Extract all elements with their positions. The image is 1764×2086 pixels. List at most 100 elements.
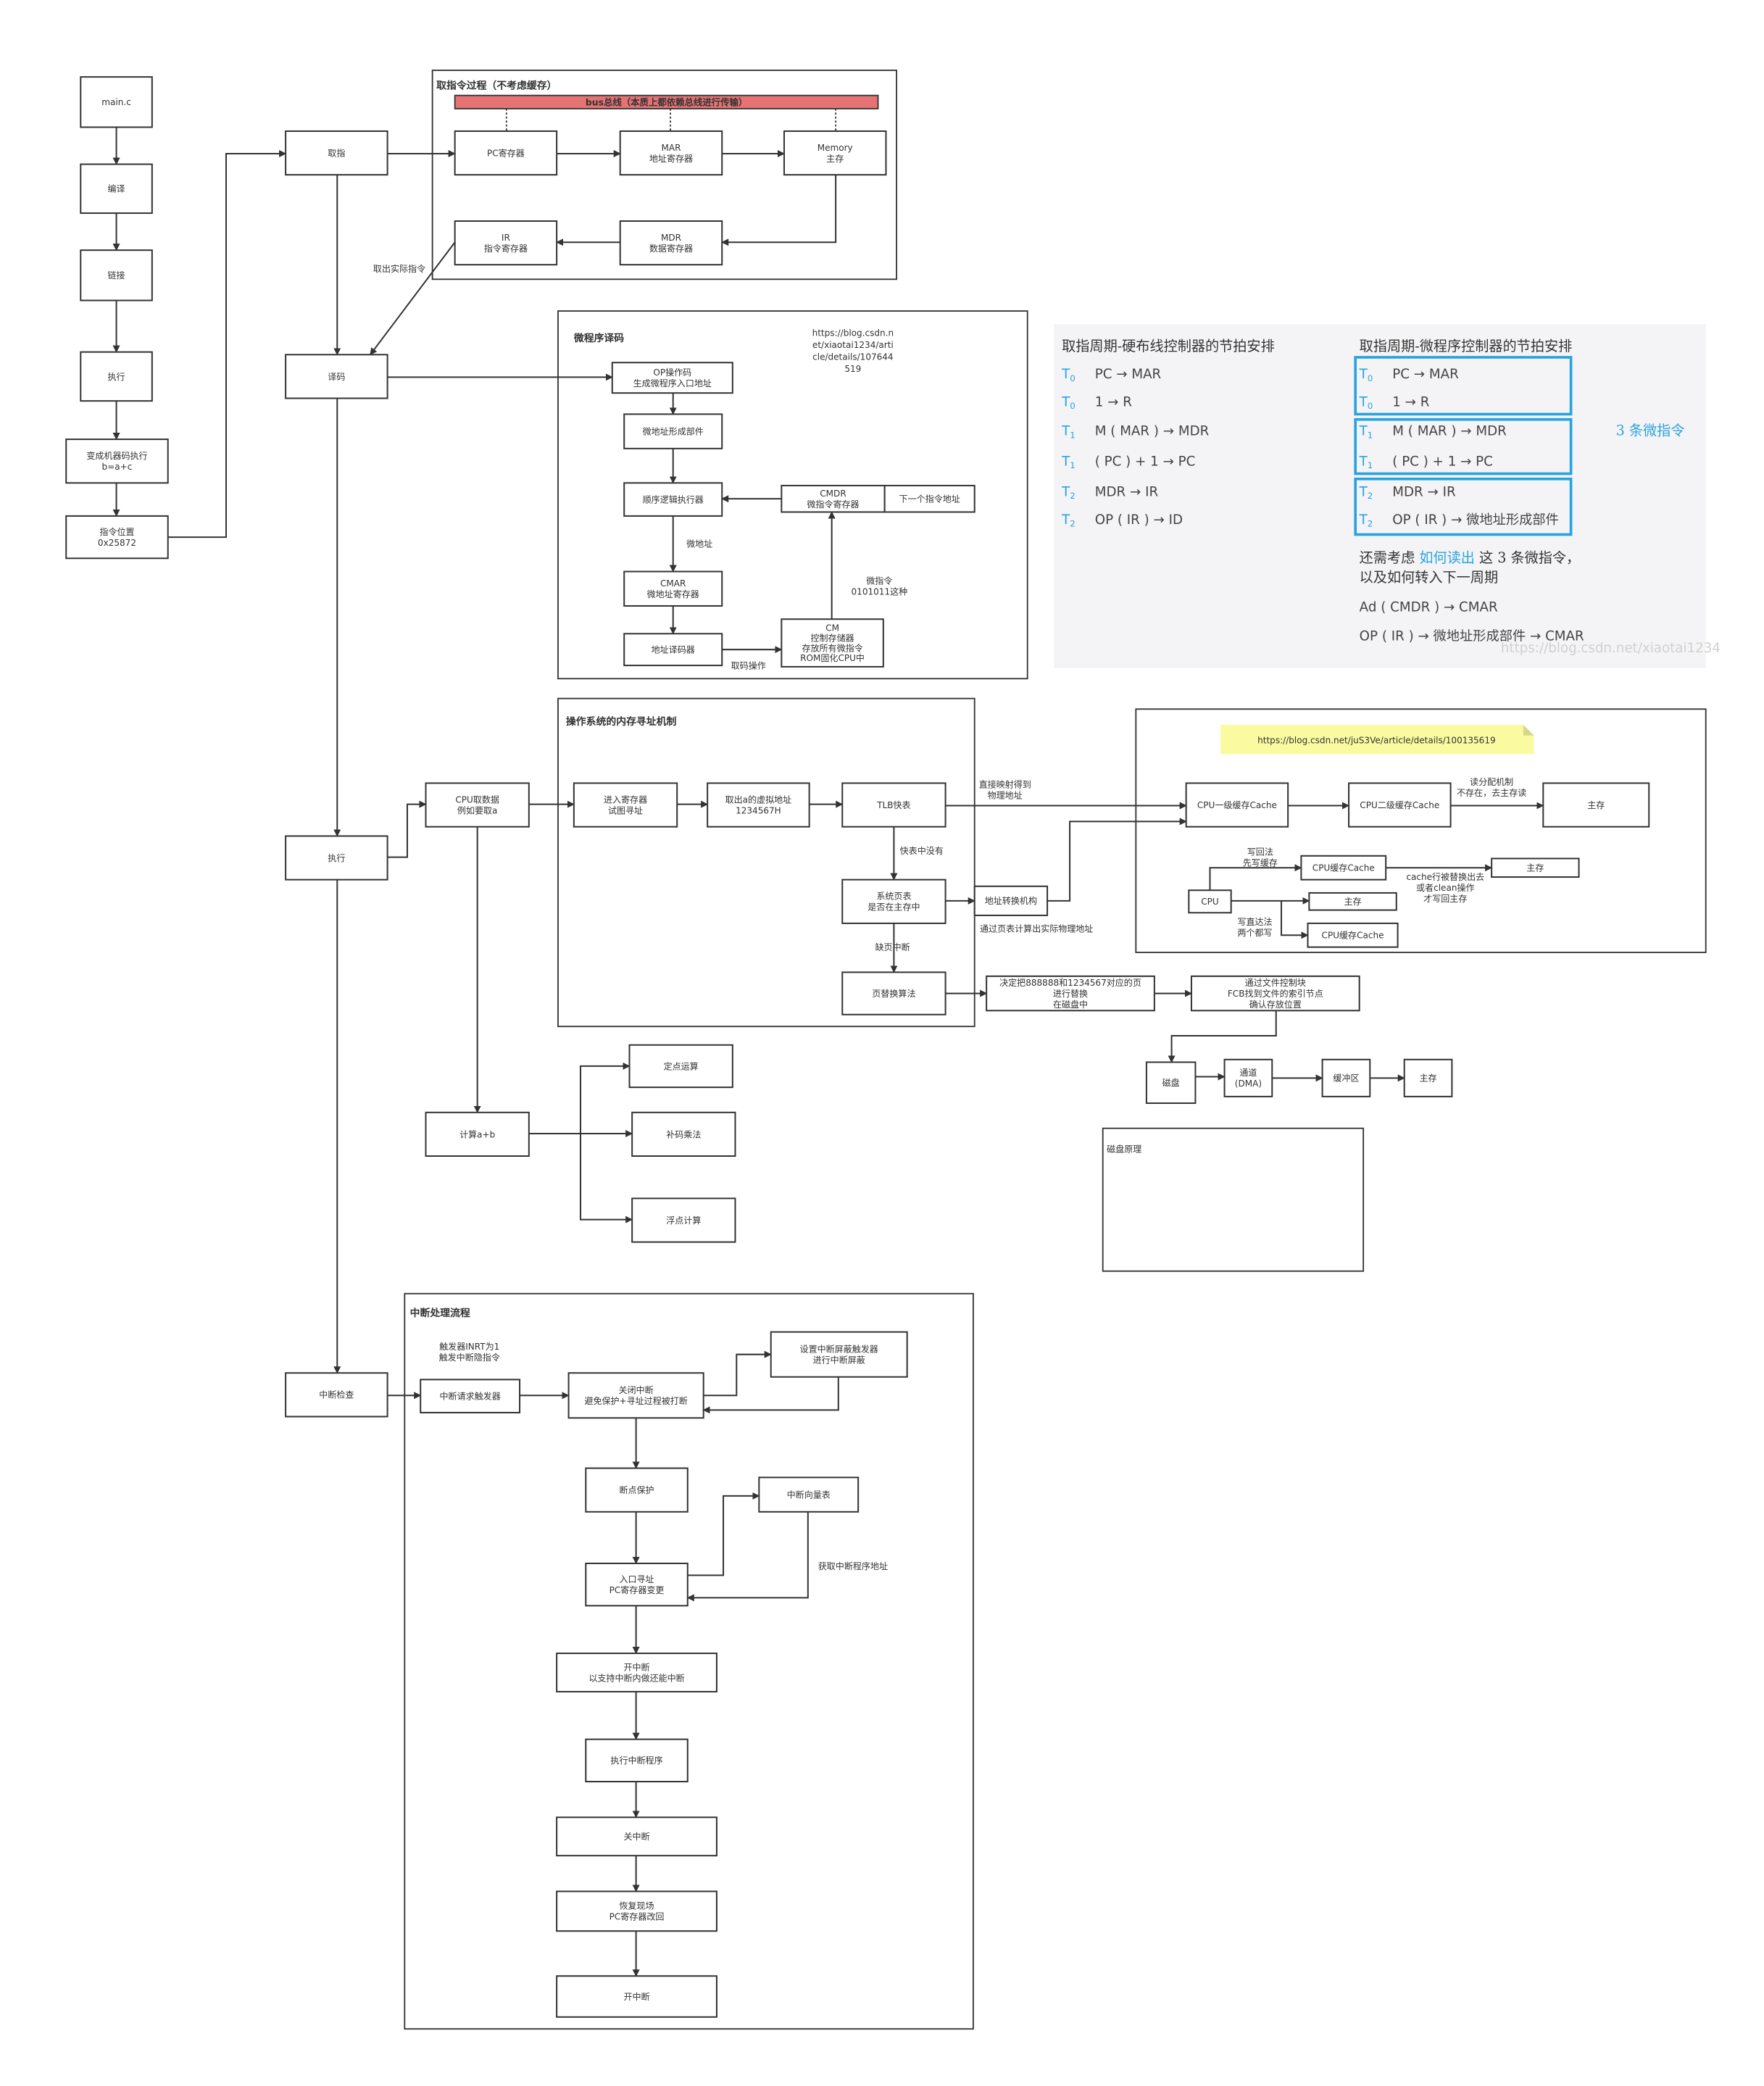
node-addr-dec[interactable]: 地址译码器 — [623, 633, 723, 667]
node-exec2[interactable]: 执行 — [285, 835, 388, 881]
node-close-int[interactable]: 关闭中断避免保护+寻址过程被打断 — [567, 1372, 704, 1419]
node-seq[interactable]: 顺序逻辑执行器 — [623, 482, 723, 517]
node-label: CMAR — [660, 578, 686, 589]
node-cpu-fetch[interactable]: CPU取数据例如要取a — [425, 782, 530, 828]
node-label: 以支持中断内做还能中断 — [588, 1672, 684, 1683]
label-write-back: 先写缓存 — [1243, 858, 1278, 868]
label-direct-map: 物理地址 — [988, 790, 1023, 800]
node-enter-reg[interactable]: 进入寄存器试图寻址 — [573, 782, 678, 828]
node-compile[interactable]: 编译 — [80, 163, 153, 215]
node-label: 关中断 — [623, 1831, 649, 1842]
node-label: 数据寄存器 — [649, 243, 693, 254]
node-page-table[interactable]: 系统页表是否在主存中 — [841, 878, 947, 924]
label-micro-instr: 0101011这种 — [852, 586, 908, 597]
node-vector[interactable]: 中断向量表 — [758, 1476, 860, 1513]
node-label: 决定把888888和1234567对应的页 — [999, 977, 1141, 988]
microprogram-title: 取指周期-微程序控制器的节拍安排 — [1360, 338, 1573, 354]
node-cmar[interactable]: CMAR微地址寄存器 — [623, 570, 723, 607]
label-wb-note: 才写回主存 — [1423, 894, 1467, 904]
node-close2[interactable]: 关中断 — [556, 1816, 717, 1857]
watermark: https://blog.csdn.net/xiaotai1234 — [1501, 641, 1721, 656]
node-mdr[interactable]: MDR数据寄存器 — [619, 220, 723, 266]
node-wt-mem[interactable]: 主存 — [1308, 892, 1397, 911]
node-label: 存放所有微指令 — [802, 642, 862, 653]
reference-url: 519 — [844, 364, 861, 374]
label-page-calc: 通过页表计算出实际物理地址 — [980, 923, 1093, 934]
node-set-mask[interactable]: 设置中断屏蔽触发器进行中断屏蔽 — [770, 1331, 908, 1378]
node-l1[interactable]: CPU一级缓存Cache — [1185, 782, 1289, 828]
label-read-alloc: 不存在，去主存读 — [1457, 788, 1526, 798]
node-main-mem[interactable]: 主存 — [1542, 782, 1650, 828]
node-label: b=a+c — [102, 462, 133, 472]
node-label: MDR — [661, 233, 682, 243]
label-fetch-actual: 取出实际指令 — [373, 263, 425, 274]
note-url[interactable]: https://blog.csdn.net/juS3Ve/article/det… — [1257, 736, 1496, 746]
node-link[interactable]: 链接 — [80, 249, 153, 302]
node-tlb[interactable]: TLB快表 — [841, 782, 947, 828]
note-fold — [1523, 725, 1534, 736]
node-fcb[interactable]: 通过文件控制块FCB找到文件的索引节点确认存放位置 — [1190, 975, 1360, 1012]
node-pc[interactable]: PC寄存器 — [454, 130, 558, 176]
flow-arrow — [370, 241, 456, 356]
node-mul[interactable]: 补码乘法 — [631, 1111, 736, 1158]
node-label: 主存 — [826, 154, 844, 164]
node-restore[interactable]: 恢复现场PC寄存器改回 — [556, 1890, 717, 1932]
flow-arrow — [167, 149, 287, 539]
node-decode[interactable]: 译码 — [285, 354, 388, 399]
node-calc[interactable]: 计算a+b — [425, 1111, 530, 1158]
node-dma[interactable]: 通道(DMA) — [1223, 1058, 1273, 1097]
node-instr-pos[interactable]: 指令位置0x25872 — [65, 515, 169, 560]
node-memory[interactable]: Memory主存 — [783, 130, 887, 176]
label-direct-map: 直接映射得到 — [979, 778, 1031, 789]
node-label: 试图寻址 — [608, 805, 643, 815]
node-cm[interactable]: CM控制存储器存放所有微指令ROM固化CPU中 — [781, 618, 884, 668]
node-ir[interactable]: IR指令寄存器 — [454, 220, 558, 266]
node-fixed[interactable]: 定点运算 — [628, 1044, 733, 1089]
node-l2[interactable]: CPU二级缓存Cache — [1348, 782, 1452, 828]
node-cpu[interactable]: CPU — [1188, 889, 1232, 914]
node-micro-addr[interactable]: 微地址形成部件 — [623, 413, 723, 449]
node-op[interactable]: OP操作码生成微程序入口地址 — [611, 362, 733, 394]
group-title: 微程序译码 — [573, 332, 624, 344]
node-buffer[interactable]: 缓冲区 — [1321, 1058, 1371, 1097]
node-run-isr[interactable]: 执行中断程序 — [585, 1738, 688, 1783]
node-open1[interactable]: 开中断以支持中断内做还能中断 — [556, 1653, 717, 1692]
node-wb-mem[interactable]: 主存 — [1491, 857, 1580, 878]
group-disk: 磁盘原理 — [1102, 1127, 1365, 1272]
node-wt-cache[interactable]: CPU缓存Cache — [1307, 922, 1399, 948]
node-fetch[interactable]: 取指 — [285, 130, 388, 176]
node-machine[interactable]: 变成机器码执行b=a+c — [65, 439, 169, 484]
node-addr-trans[interactable]: 地址转换机构 — [973, 885, 1049, 916]
label-fetch-code: 取码操作 — [731, 660, 766, 670]
node-disk[interactable]: 磁盘 — [1145, 1061, 1197, 1105]
node-label: PC寄存器 — [487, 147, 525, 158]
node-wb-cache[interactable]: CPU缓存Cache — [1300, 855, 1387, 881]
node-mem-final[interactable]: 主存 — [1403, 1058, 1453, 1097]
node-label: 中断向量表 — [787, 1489, 831, 1500]
flow-arrow — [1209, 864, 1302, 891]
node-label: OP操作码 — [653, 367, 691, 378]
label-write-through: 写直达法 — [1237, 917, 1272, 927]
flow-arrow — [687, 1492, 760, 1576]
node-decide[interactable]: 决定把888888和1234567对应的页进行替换在磁盘中 — [986, 975, 1155, 1012]
micro-operation: M ( MAR ) → MDR — [1095, 424, 1210, 439]
node-next-addr[interactable]: 下一个指令地址 — [883, 484, 975, 513]
node-mar[interactable]: MAR地址寄存器 — [619, 130, 723, 176]
node-bp[interactable]: 断点保护 — [585, 1467, 688, 1513]
node-int-req[interactable]: 中断请求触发器 — [420, 1379, 521, 1413]
node-int-check[interactable]: 中断检查 — [285, 1372, 388, 1418]
node-label: Memory — [817, 143, 853, 153]
micro-operation: MDR → IR — [1392, 485, 1456, 500]
node-float[interactable]: 浮点计算 — [631, 1197, 736, 1243]
node-main-c[interactable]: main.c — [80, 76, 153, 128]
node-label: 1234567H — [736, 805, 781, 815]
node-page-replace[interactable]: 页替换算法 — [841, 971, 947, 1015]
node-label: 执行 — [328, 853, 345, 863]
node-label: 恢复现场 — [619, 1901, 654, 1911]
node-virt-addr[interactable]: 取出a的虚拟地址1234567H — [707, 782, 810, 828]
node-cmdr[interactable]: CMDR微指令寄存器 — [781, 484, 886, 513]
node-exec1[interactable]: 执行 — [80, 351, 153, 402]
node-label: 地址寄存器 — [649, 153, 693, 164]
node-open2[interactable]: 开中断 — [556, 1975, 717, 2018]
node-entry[interactable]: 入口寻址PC寄存器变更 — [585, 1562, 688, 1607]
